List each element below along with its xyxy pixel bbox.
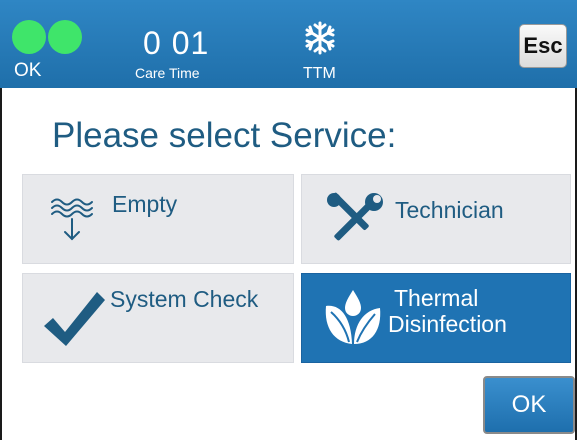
leaves-drop-icon: [325, 290, 381, 344]
empty-drain-icon: [51, 198, 93, 241]
checkmark-icon: [44, 292, 105, 346]
mode-label: TTM: [303, 65, 336, 82]
tools-icon: [327, 192, 383, 241]
status-light-icon: [48, 20, 82, 54]
status-header: OK 0 01 Care Time TTM Esc: [0, 0, 577, 88]
technician-service-button[interactable]: Technician: [301, 174, 571, 264]
system-check-label: System Check: [110, 286, 259, 312]
esc-button[interactable]: Esc: [519, 24, 567, 68]
status-indicator: [12, 20, 82, 56]
page-title: Please select Service:: [52, 116, 397, 155]
thermal-label-line1: Thermal: [394, 285, 479, 311]
ok-button[interactable]: OK: [483, 376, 575, 434]
system-check-service-button[interactable]: System Check: [22, 273, 294, 363]
empty-service-button[interactable]: Empty: [22, 174, 294, 264]
status-light-icon: [12, 20, 46, 54]
status-label: OK: [14, 60, 42, 81]
care-time-value: 0 01: [143, 25, 210, 61]
technician-label: Technician: [395, 197, 504, 223]
thermal-label-line2: Disinfection: [388, 311, 507, 337]
snowflake-icon: [305, 21, 335, 55]
care-time-label: Care Time: [135, 65, 200, 81]
empty-label: Empty: [112, 191, 178, 217]
thermal-disinfection-service-button[interactable]: Thermal Disinfection: [301, 273, 571, 363]
